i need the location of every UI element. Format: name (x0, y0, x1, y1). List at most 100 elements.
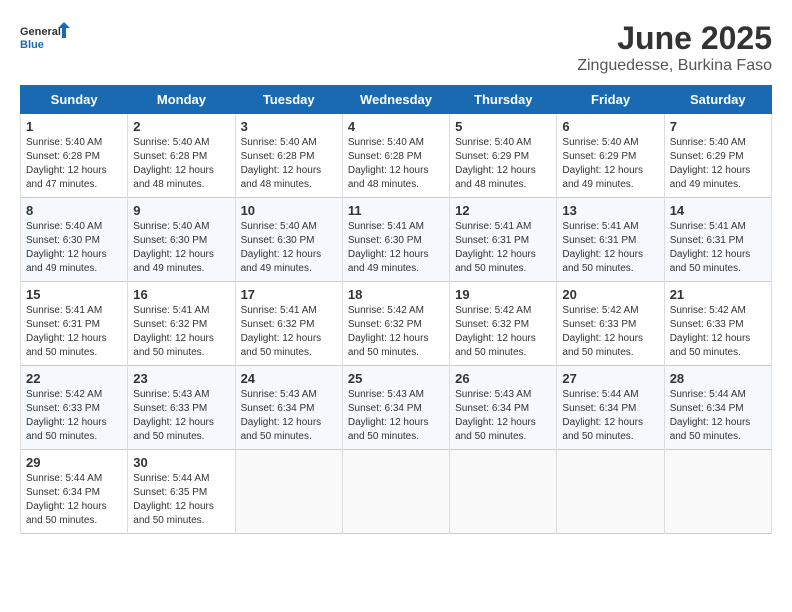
day-info: Sunrise: 5:42 AMSunset: 6:32 PMDaylight:… (455, 305, 536, 358)
day-number: 23 (133, 371, 229, 386)
calendar-cell (342, 450, 449, 534)
day-number: 28 (670, 371, 766, 386)
calendar-cell: 22 Sunrise: 5:42 AMSunset: 6:33 PMDaylig… (21, 366, 128, 450)
day-info: Sunrise: 5:42 AMSunset: 6:32 PMDaylight:… (348, 305, 429, 358)
page-title: June 2025 (577, 20, 772, 57)
day-info: Sunrise: 5:43 AMSunset: 6:33 PMDaylight:… (133, 389, 214, 442)
calendar-table: SundayMondayTuesdayWednesdayThursdayFrid… (20, 85, 772, 534)
calendar-cell: 30 Sunrise: 5:44 AMSunset: 6:35 PMDaylig… (128, 450, 235, 534)
svg-text:General: General (20, 26, 61, 38)
day-number: 19 (455, 287, 551, 302)
page-subtitle: Zinguedesse, Burkina Faso (577, 57, 772, 75)
day-number: 12 (455, 203, 551, 218)
header-thursday: Thursday (450, 86, 557, 114)
day-info: Sunrise: 5:44 AMSunset: 6:34 PMDaylight:… (26, 473, 107, 526)
header-monday: Monday (128, 86, 235, 114)
day-number: 8 (26, 203, 122, 218)
day-number: 14 (670, 203, 766, 218)
calendar-cell: 8 Sunrise: 5:40 AMSunset: 6:30 PMDayligh… (21, 198, 128, 282)
day-info: Sunrise: 5:41 AMSunset: 6:32 PMDaylight:… (241, 305, 322, 358)
day-number: 9 (133, 203, 229, 218)
day-info: Sunrise: 5:40 AMSunset: 6:30 PMDaylight:… (241, 221, 322, 274)
day-number: 10 (241, 203, 337, 218)
day-info: Sunrise: 5:41 AMSunset: 6:30 PMDaylight:… (348, 221, 429, 274)
day-info: Sunrise: 5:43 AMSunset: 6:34 PMDaylight:… (241, 389, 322, 442)
week-row-2: 8 Sunrise: 5:40 AMSunset: 6:30 PMDayligh… (21, 198, 772, 282)
header-saturday: Saturday (664, 86, 771, 114)
calendar-cell: 29 Sunrise: 5:44 AMSunset: 6:34 PMDaylig… (21, 450, 128, 534)
calendar-cell: 26 Sunrise: 5:43 AMSunset: 6:34 PMDaylig… (450, 366, 557, 450)
day-number: 22 (26, 371, 122, 386)
calendar-cell: 4 Sunrise: 5:40 AMSunset: 6:28 PMDayligh… (342, 114, 449, 198)
calendar-cell: 18 Sunrise: 5:42 AMSunset: 6:32 PMDaylig… (342, 282, 449, 366)
calendar-cell: 2 Sunrise: 5:40 AMSunset: 6:28 PMDayligh… (128, 114, 235, 198)
title-area: June 2025 Zinguedesse, Burkina Faso (577, 20, 772, 75)
calendar-cell: 5 Sunrise: 5:40 AMSunset: 6:29 PMDayligh… (450, 114, 557, 198)
day-number: 2 (133, 119, 229, 134)
day-number: 25 (348, 371, 444, 386)
calendar-cell: 9 Sunrise: 5:40 AMSunset: 6:30 PMDayligh… (128, 198, 235, 282)
day-info: Sunrise: 5:43 AMSunset: 6:34 PMDaylight:… (455, 389, 536, 442)
day-info: Sunrise: 5:44 AMSunset: 6:34 PMDaylight:… (562, 389, 643, 442)
calendar-cell: 6 Sunrise: 5:40 AMSunset: 6:29 PMDayligh… (557, 114, 664, 198)
day-info: Sunrise: 5:41 AMSunset: 6:31 PMDaylight:… (562, 221, 643, 274)
day-info: Sunrise: 5:40 AMSunset: 6:29 PMDaylight:… (670, 137, 751, 190)
day-info: Sunrise: 5:41 AMSunset: 6:31 PMDaylight:… (455, 221, 536, 274)
day-number: 15 (26, 287, 122, 302)
day-info: Sunrise: 5:41 AMSunset: 6:31 PMDaylight:… (26, 305, 107, 358)
day-number: 6 (562, 119, 658, 134)
day-number: 3 (241, 119, 337, 134)
day-info: Sunrise: 5:40 AMSunset: 6:28 PMDaylight:… (348, 137, 429, 190)
calendar-cell: 23 Sunrise: 5:43 AMSunset: 6:33 PMDaylig… (128, 366, 235, 450)
day-number: 29 (26, 455, 122, 470)
calendar-cell (664, 450, 771, 534)
logo: General Blue (20, 20, 70, 60)
calendar-cell: 15 Sunrise: 5:41 AMSunset: 6:31 PMDaylig… (21, 282, 128, 366)
header-tuesday: Tuesday (235, 86, 342, 114)
day-info: Sunrise: 5:40 AMSunset: 6:28 PMDaylight:… (26, 137, 107, 190)
calendar-cell (450, 450, 557, 534)
day-info: Sunrise: 5:40 AMSunset: 6:29 PMDaylight:… (562, 137, 643, 190)
day-number: 1 (26, 119, 122, 134)
calendar-cell: 1 Sunrise: 5:40 AMSunset: 6:28 PMDayligh… (21, 114, 128, 198)
calendar-cell (235, 450, 342, 534)
day-info: Sunrise: 5:40 AMSunset: 6:30 PMDaylight:… (26, 221, 107, 274)
day-info: Sunrise: 5:42 AMSunset: 6:33 PMDaylight:… (562, 305, 643, 358)
calendar-cell: 12 Sunrise: 5:41 AMSunset: 6:31 PMDaylig… (450, 198, 557, 282)
calendar-cell: 3 Sunrise: 5:40 AMSunset: 6:28 PMDayligh… (235, 114, 342, 198)
calendar-cell: 11 Sunrise: 5:41 AMSunset: 6:30 PMDaylig… (342, 198, 449, 282)
calendar-cell: 17 Sunrise: 5:41 AMSunset: 6:32 PMDaylig… (235, 282, 342, 366)
calendar-cell: 19 Sunrise: 5:42 AMSunset: 6:32 PMDaylig… (450, 282, 557, 366)
day-number: 17 (241, 287, 337, 302)
day-number: 21 (670, 287, 766, 302)
day-number: 13 (562, 203, 658, 218)
day-number: 26 (455, 371, 551, 386)
calendar-cell: 21 Sunrise: 5:42 AMSunset: 6:33 PMDaylig… (664, 282, 771, 366)
day-info: Sunrise: 5:44 AMSunset: 6:35 PMDaylight:… (133, 473, 214, 526)
calendar-cell: 10 Sunrise: 5:40 AMSunset: 6:30 PMDaylig… (235, 198, 342, 282)
day-info: Sunrise: 5:41 AMSunset: 6:32 PMDaylight:… (133, 305, 214, 358)
day-number: 24 (241, 371, 337, 386)
week-row-5: 29 Sunrise: 5:44 AMSunset: 6:34 PMDaylig… (21, 450, 772, 534)
svg-text:Blue: Blue (20, 39, 44, 51)
day-info: Sunrise: 5:42 AMSunset: 6:33 PMDaylight:… (26, 389, 107, 442)
day-info: Sunrise: 5:40 AMSunset: 6:28 PMDaylight:… (241, 137, 322, 190)
calendar-cell: 24 Sunrise: 5:43 AMSunset: 6:34 PMDaylig… (235, 366, 342, 450)
calendar-cell (557, 450, 664, 534)
calendar-cell: 20 Sunrise: 5:42 AMSunset: 6:33 PMDaylig… (557, 282, 664, 366)
header-row: SundayMondayTuesdayWednesdayThursdayFrid… (21, 86, 772, 114)
calendar-cell: 28 Sunrise: 5:44 AMSunset: 6:34 PMDaylig… (664, 366, 771, 450)
day-number: 5 (455, 119, 551, 134)
calendar-cell: 13 Sunrise: 5:41 AMSunset: 6:31 PMDaylig… (557, 198, 664, 282)
week-row-4: 22 Sunrise: 5:42 AMSunset: 6:33 PMDaylig… (21, 366, 772, 450)
day-info: Sunrise: 5:40 AMSunset: 6:30 PMDaylight:… (133, 221, 214, 274)
header-wednesday: Wednesday (342, 86, 449, 114)
logo-svg: General Blue (20, 20, 70, 60)
week-row-1: 1 Sunrise: 5:40 AMSunset: 6:28 PMDayligh… (21, 114, 772, 198)
day-number: 7 (670, 119, 766, 134)
calendar-cell: 27 Sunrise: 5:44 AMSunset: 6:34 PMDaylig… (557, 366, 664, 450)
header-friday: Friday (557, 86, 664, 114)
week-row-3: 15 Sunrise: 5:41 AMSunset: 6:31 PMDaylig… (21, 282, 772, 366)
day-number: 4 (348, 119, 444, 134)
day-number: 30 (133, 455, 229, 470)
